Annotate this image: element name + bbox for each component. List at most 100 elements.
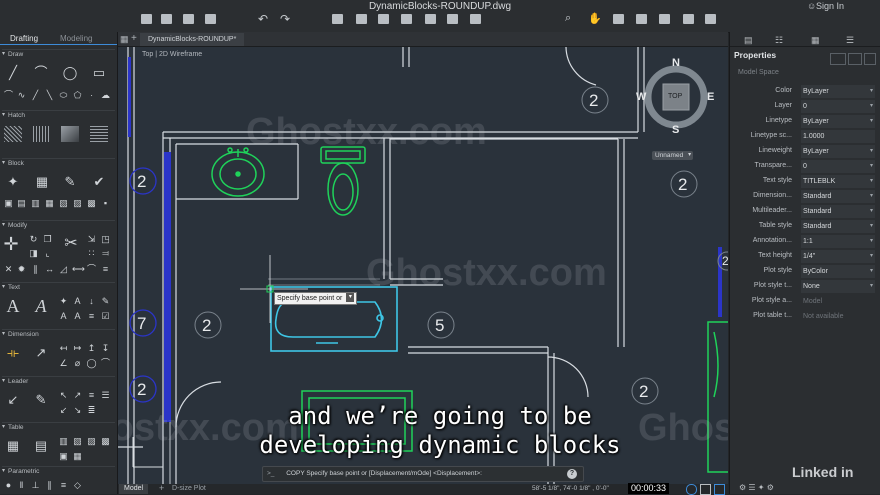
property-value[interactable]: ByLayer ▾	[800, 84, 876, 99]
lengthen-tool-icon[interactable]: ⟷	[72, 264, 85, 275]
property-value[interactable]: ByColor ▾	[800, 264, 876, 279]
rotate-tool-icon[interactable]: ↻	[28, 234, 39, 245]
command-line[interactable]: >_ COPY Specify base point or [Displacem…	[262, 466, 584, 482]
text-tool-6-icon[interactable]: A	[72, 311, 83, 322]
boundary-tool-icon[interactable]	[90, 126, 108, 142]
dim-tool-3-icon[interactable]: ↥	[86, 343, 97, 354]
ortho-mode-icon[interactable]	[714, 484, 725, 495]
viewcube-east[interactable]: E	[707, 91, 714, 103]
arc-tool-icon[interactable]: ⌒	[3, 90, 14, 101]
property-value[interactable]: 0 ▾	[800, 159, 876, 174]
spline-tool-icon[interactable]: ∿	[16, 90, 27, 101]
undo-icon[interactable]: ↶	[258, 12, 268, 26]
rectangle-tool-icon[interactable]: ▭	[90, 65, 108, 81]
xline-tool-icon[interactable]: ╲	[44, 90, 55, 101]
viewcube-west[interactable]: W	[636, 91, 646, 103]
grid-display-icon[interactable]	[700, 484, 711, 495]
model-tab[interactable]: Model	[119, 484, 149, 494]
open-file-icon[interactable]	[161, 14, 172, 24]
zoom-icon[interactable]: ⌕	[565, 12, 571, 25]
batch-plot-icon[interactable]	[401, 14, 412, 24]
param-tool-5-icon[interactable]: ≡	[58, 480, 69, 491]
block-tool-6-icon[interactable]: ▨	[72, 198, 83, 209]
move-tool-icon[interactable]: ✛	[2, 235, 20, 253]
explode-tool-icon[interactable]: ✹	[16, 264, 27, 275]
dim-tool-4-icon[interactable]: ↧	[100, 343, 111, 354]
block-tool-1-icon[interactable]: ▣	[3, 198, 14, 209]
circle-tool-icon[interactable]: ◯	[61, 65, 79, 81]
fillet-tool-icon[interactable]: ⌞	[42, 248, 53, 259]
dim-tool-5-icon[interactable]: ∠	[58, 358, 69, 369]
block-tool-7-icon[interactable]: ▩	[86, 198, 97, 209]
print-preview-icon[interactable]	[356, 14, 367, 24]
property-value[interactable]: ByLayer ▾	[800, 114, 876, 129]
line-tool-icon[interactable]: ╱	[4, 65, 22, 81]
share-icon[interactable]	[447, 14, 458, 24]
offset-tool-icon[interactable]: ⫤	[100, 248, 111, 259]
publish-icon[interactable]	[378, 14, 389, 24]
pan-icon[interactable]: ✋	[588, 12, 602, 25]
attribute-icon[interactable]: ✔	[90, 174, 108, 190]
dim-tool-6-icon[interactable]: ⌀	[72, 358, 83, 369]
new-file-icon[interactable]	[141, 14, 152, 24]
dropdown-arrow-icon[interactable]: ▾	[346, 293, 355, 302]
point-tool-icon[interactable]: ∙	[86, 90, 97, 101]
create-block-icon[interactable]: ▦	[33, 174, 51, 190]
property-value[interactable]: TITLEBLK ▾	[800, 174, 876, 189]
region-tool-icon[interactable]	[61, 126, 79, 142]
leader-tool-1-icon[interactable]: ↖	[58, 390, 69, 401]
array-tool-icon[interactable]: ∷	[86, 248, 97, 259]
text-tool-1-icon[interactable]: ✦	[58, 296, 69, 307]
property-value[interactable]: None ▾	[800, 279, 876, 294]
section-block-title[interactable]: Block	[2, 158, 115, 168]
status-tools-icon[interactable]: ⚙ ☰ ✦ ⚙	[739, 483, 774, 492]
layers-tab-icon[interactable]: ☷	[775, 35, 783, 46]
window-icon[interactable]	[636, 14, 647, 24]
property-value[interactable]: 1.0000	[800, 129, 876, 144]
block-tool-8-icon[interactable]: ▪	[100, 198, 111, 209]
quick-select-icon[interactable]	[864, 53, 876, 65]
tab-drafting[interactable]: Drafting	[10, 34, 38, 43]
document-tab[interactable]: DynamicBlocks-ROUNDUP*	[140, 33, 245, 46]
save-icon[interactable]	[183, 14, 194, 24]
property-value[interactable]: 0 ▾	[800, 99, 876, 114]
leader-tool-4-icon[interactable]: ☰	[100, 390, 111, 401]
dim-tool-7-icon[interactable]: ◯	[86, 358, 97, 369]
mirror-tool-icon[interactable]: ◨	[28, 248, 39, 259]
dim-tool-1-icon[interactable]: ↤	[58, 343, 69, 354]
property-value[interactable]: Standard ▾	[800, 219, 876, 234]
trim-tool-icon[interactable]: ✂	[62, 236, 80, 252]
orbit-icon[interactable]	[613, 14, 624, 24]
block-tool-5-icon[interactable]: ▧	[58, 198, 69, 209]
polyline-tool-icon[interactable]: ⌒	[32, 65, 50, 81]
text-tool-3-icon[interactable]: ↓	[86, 296, 97, 307]
save-as-icon[interactable]	[205, 14, 216, 24]
chamfer-tool-icon[interactable]: ◿	[58, 264, 69, 275]
section-modify-title[interactable]: Modify	[2, 220, 115, 230]
new-tab-button[interactable]: +	[131, 33, 137, 44]
snap-mode-icon[interactable]	[686, 484, 697, 495]
param-tool-3-icon[interactable]: ⊥	[30, 480, 41, 491]
block-tool-2-icon[interactable]: ▤	[16, 198, 27, 209]
aligned-dimension-icon[interactable]: ↗	[32, 345, 50, 361]
param-tool-1-icon[interactable]: ●	[3, 480, 14, 491]
property-value[interactable]: 1:1 ▾	[800, 234, 876, 249]
block-tool-4-icon[interactable]: ▦	[44, 198, 55, 209]
named-views-dropdown[interactable]: Unnamed ▾	[652, 151, 694, 160]
insert-block-icon[interactable]: ✦	[4, 174, 22, 190]
sign-in-link[interactable]: Sign In	[816, 1, 844, 11]
text-tool-8-icon[interactable]: ☑	[100, 311, 111, 322]
block-tool-3-icon[interactable]: ▥	[30, 198, 41, 209]
param-tool-4-icon[interactable]: ∥	[44, 480, 55, 491]
stretch-tool-icon[interactable]: ⇲	[86, 234, 97, 245]
erase-tool-icon[interactable]: ✕	[3, 264, 14, 275]
property-value[interactable]: 1/4" ▾	[800, 249, 876, 264]
properties-tab-icon[interactable]: ▤	[744, 35, 753, 46]
section-hatch-title[interactable]: Hatch	[2, 110, 115, 120]
layout-tab[interactable]: D-size Plot	[172, 484, 206, 494]
gradient-tool-icon[interactable]	[33, 126, 51, 142]
document-grid-icon[interactable]: ▦	[120, 34, 129, 45]
ray-tool-icon[interactable]: ╱	[30, 90, 41, 101]
tab-modeling[interactable]: Modeling	[60, 34, 92, 43]
section-leader-title[interactable]: Leader	[2, 376, 115, 386]
